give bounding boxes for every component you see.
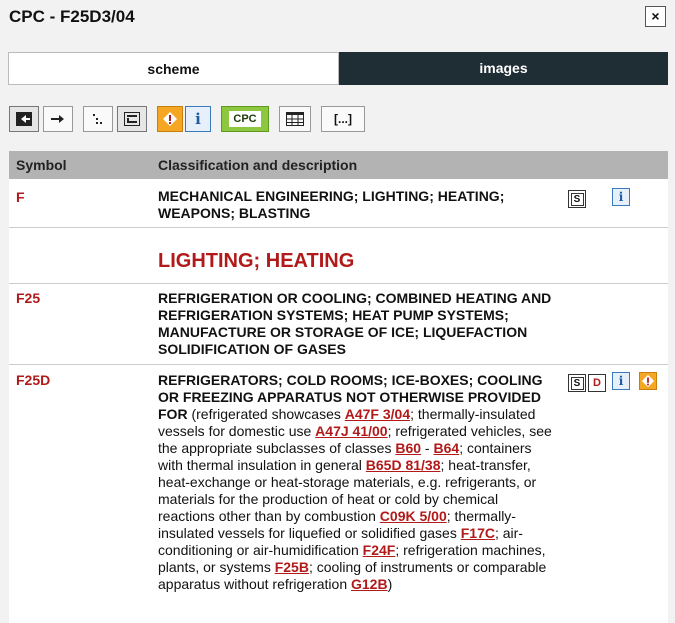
warning-icon (163, 112, 177, 126)
table-icon (286, 112, 304, 126)
statistics-icon[interactable]: S (568, 374, 586, 392)
reference-link[interactable]: A47J 41/00 (315, 423, 387, 439)
close-button[interactable]: × (645, 6, 666, 27)
info-icon[interactable]: i (612, 372, 630, 390)
row-title: REFRIGERATION OR COOLING; COMBINED HEATI… (158, 290, 552, 357)
arrow-left-bar-icon (16, 112, 32, 126)
definitions-icon[interactable]: D (588, 374, 606, 392)
table-view-button[interactable] (279, 106, 311, 132)
cpc-button[interactable]: CPC (221, 106, 269, 132)
tree-dots-icon (93, 114, 102, 124)
hierarchy-icon (124, 112, 140, 126)
reference-link[interactable]: F17C (461, 525, 495, 541)
cpc-label: CPC (229, 111, 261, 127)
table-header: Symbol Classification and description (9, 151, 668, 179)
collapse-left-button[interactable] (9, 106, 39, 132)
tab-bar: scheme images (8, 52, 668, 85)
row-title: MECHANICAL ENGINEERING; LIGHTING; HEATIN… (158, 188, 505, 221)
row-description: REFRIGERATION OR COOLING; COMBINED HEATI… (158, 290, 553, 358)
description-column-header: Classification and description (158, 157, 358, 173)
info-icon[interactable]: i (612, 188, 630, 206)
symbol-link[interactable]: F (16, 189, 25, 205)
reference-link[interactable]: B64 (434, 440, 460, 456)
reference-link[interactable]: B65D 81/38 (366, 457, 441, 473)
row-description: MECHANICAL ENGINEERING; LIGHTING; HEATIN… (158, 188, 548, 222)
tab-scheme[interactable]: scheme (8, 52, 339, 85)
row-description: REFRIGERATORS; COLD ROOMS; ICE-BOXES; CO… (158, 372, 552, 592)
arrow-right-icon (51, 115, 64, 123)
tab-images[interactable]: images (339, 52, 668, 85)
bracket-button[interactable]: [...] (321, 106, 365, 132)
statistics-icon[interactable]: S (568, 190, 586, 208)
reference-link[interactable]: G12B (351, 576, 388, 592)
table-row: F25D REFRIGERATORS; COLD ROOMS; ICE-BOXE… (9, 365, 668, 623)
reference-link[interactable]: C09K 5/00 (380, 508, 447, 524)
expand-right-button[interactable] (43, 106, 73, 132)
reference-link[interactable]: A47F 3/04 (345, 406, 410, 422)
table-row: LIGHTING; HEATING (9, 228, 668, 284)
hierarchy-view-button[interactable] (117, 106, 147, 132)
reference-link[interactable]: B60 (395, 440, 421, 456)
warning-icon[interactable] (639, 372, 657, 390)
info-icon: i (195, 110, 201, 128)
reference-link[interactable]: F25B (275, 559, 309, 575)
window-titlebar: CPC - F25D3/04 × (0, 0, 675, 38)
toolbar: i CPC [...] (9, 106, 409, 134)
table-row: F MECHANICAL ENGINEERING; LIGHTING; HEAT… (9, 179, 668, 228)
symbol-link[interactable]: F25 (16, 290, 40, 306)
warnings-toggle[interactable] (157, 106, 183, 132)
scheme-content: F MECHANICAL ENGINEERING; LIGHTING; HEAT… (9, 179, 668, 623)
info-toggle[interactable]: i (185, 106, 211, 132)
window-title: CPC - F25D3/04 (9, 7, 135, 26)
symbol-column-header: Symbol (16, 157, 67, 173)
table-row: F25 REFRIGERATION OR COOLING; COMBINED H… (9, 284, 668, 365)
reference-link[interactable]: F24F (363, 542, 396, 558)
tree-view-button[interactable] (83, 106, 113, 132)
symbol-link[interactable]: F25D (16, 372, 50, 388)
section-heading: LIGHTING; HEATING (158, 250, 355, 272)
